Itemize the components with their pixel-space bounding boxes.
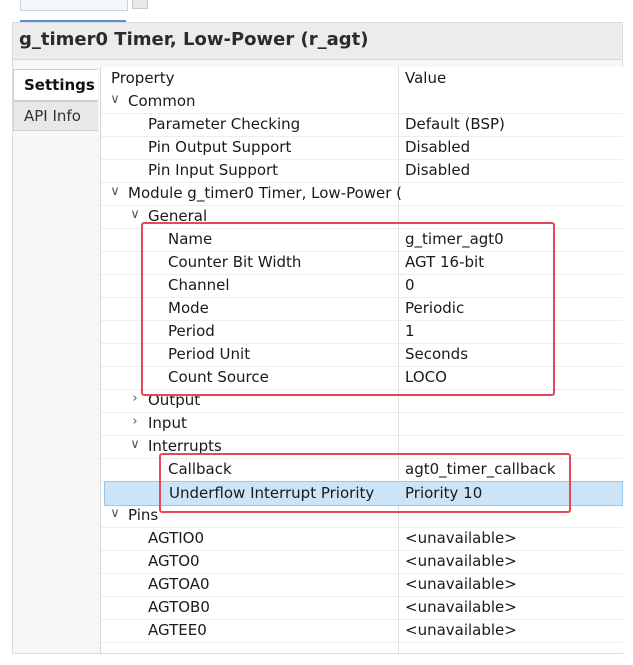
property-name: Period Unit — [168, 345, 251, 363]
property-name: Counter Bit Width — [168, 253, 302, 271]
column-header-value[interactable]: Value — [405, 69, 446, 87]
panel-title-bar: g_timer0 Timer, Low-Power (r_agt) — [13, 23, 622, 60]
property-name: Pins — [128, 506, 159, 524]
tree-row-module[interactable]: ∨ Module g_timer0 Timer, Low-Power ( — [101, 182, 623, 206]
property-value[interactable]: Periodic — [405, 299, 464, 317]
table-header: Property Value — [101, 67, 623, 90]
property-name: AGTOB0 — [148, 598, 210, 616]
property-name: AGTOA0 — [148, 575, 210, 593]
property-name: Pin Input Support — [148, 161, 279, 179]
table-row[interactable]: Period 1 — [101, 320, 623, 344]
side-tab-list: Settings API Info — [13, 69, 98, 131]
property-table: Property Value ∨ Common Parameter Checki… — [100, 67, 623, 653]
chevron-right-icon[interactable]: › — [129, 391, 141, 406]
tree-row-pins[interactable]: ∨ Pins — [101, 504, 623, 528]
property-name: Period — [168, 322, 215, 340]
property-name: AGTEE0 — [148, 621, 207, 639]
property-value[interactable]: agt0_timer_callback — [405, 460, 556, 478]
column-header-property[interactable]: Property — [111, 69, 174, 87]
editor-tab-icon[interactable] — [132, 0, 148, 9]
property-name: Count Source — [168, 368, 269, 386]
property-name: Common — [128, 92, 196, 110]
chevron-down-icon[interactable]: ∨ — [109, 184, 121, 199]
property-value[interactable]: 1 — [405, 322, 415, 340]
property-name: Pin Output Support — [148, 138, 292, 156]
property-value[interactable]: Priority 10 — [405, 484, 482, 502]
editor-tab[interactable] — [20, 0, 128, 11]
property-name: Module g_timer0 Timer, Low-Power ( — [128, 184, 403, 202]
property-value[interactable]: Disabled — [405, 161, 470, 179]
chevron-down-icon[interactable]: ∨ — [129, 207, 141, 222]
table-row[interactable]: AGTO0 <unavailable> — [101, 550, 623, 574]
property-name: Mode — [168, 299, 209, 317]
property-name: Callback — [168, 460, 232, 478]
editor-tab-strip — [0, 0, 633, 22]
property-name: Parameter Checking — [148, 115, 301, 133]
properties-panel: g_timer0 Timer, Low-Power (r_agt) Settin… — [12, 22, 623, 654]
tree-row-common[interactable]: ∨ Common — [101, 90, 623, 114]
panel-title: g_timer0 Timer, Low-Power (r_agt) — [19, 29, 369, 50]
property-name: Name — [168, 230, 213, 248]
property-name: AGTO0 — [148, 552, 200, 570]
tree-row-input[interactable]: › Input — [101, 412, 623, 436]
property-value[interactable]: <unavailable> — [405, 621, 517, 639]
property-name: Input — [148, 414, 187, 432]
property-name: Channel — [168, 276, 230, 294]
chevron-down-icon[interactable]: ∨ — [129, 437, 141, 452]
table-row[interactable]: AGTOA0 <unavailable> — [101, 573, 623, 597]
table-row[interactable]: Count Source LOCO — [101, 366, 623, 390]
property-value[interactable]: <unavailable> — [405, 598, 517, 616]
property-value[interactable]: 0 — [405, 276, 415, 294]
tab-api-info[interactable]: API Info — [13, 101, 98, 131]
chevron-right-icon[interactable]: › — [129, 414, 141, 429]
table-row[interactable]: Callback agt0_timer_callback — [101, 458, 623, 482]
table-row[interactable]: AGTOB0 <unavailable> — [101, 596, 623, 620]
table-row[interactable]: Pin Input Support Disabled — [101, 159, 623, 183]
property-value[interactable]: Seconds — [405, 345, 468, 363]
property-value[interactable]: <unavailable> — [405, 529, 517, 547]
tab-settings[interactable]: Settings — [13, 69, 98, 101]
table-row[interactable]: Name g_timer_agt0 — [101, 228, 623, 252]
tree-row-output[interactable]: › Output — [101, 389, 623, 413]
property-value[interactable]: <unavailable> — [405, 552, 517, 570]
property-value[interactable]: <unavailable> — [405, 575, 517, 593]
table-row[interactable]: Counter Bit Width AGT 16-bit — [101, 251, 623, 275]
tree-row-general[interactable]: ∨ General — [101, 205, 623, 229]
table-row-selected[interactable]: Underflow Interrupt Priority Priority 10 — [104, 481, 623, 506]
property-name: Output — [148, 391, 201, 409]
table-row[interactable]: Mode Periodic — [101, 297, 623, 321]
property-value[interactable]: AGT 16-bit — [405, 253, 484, 271]
table-row[interactable]: Period Unit Seconds — [101, 343, 623, 367]
property-name: Underflow Interrupt Priority — [169, 484, 375, 502]
property-value[interactable]: Disabled — [405, 138, 470, 156]
chevron-down-icon[interactable]: ∨ — [109, 92, 121, 107]
table-row[interactable]: AGTEE0 <unavailable> — [101, 619, 623, 643]
tree-row-interrupts[interactable]: ∨ Interrupts — [101, 435, 623, 459]
chevron-down-icon[interactable]: ∨ — [109, 506, 121, 521]
property-name: AGTIO0 — [148, 529, 205, 547]
property-name: General — [148, 207, 208, 225]
table-row[interactable]: Channel 0 — [101, 274, 623, 298]
table-row[interactable]: Pin Output Support Disabled — [101, 136, 623, 160]
property-value[interactable]: Default (BSP) — [405, 115, 505, 133]
property-value[interactable]: g_timer_agt0 — [405, 230, 504, 248]
table-row[interactable]: AGTIO0 <unavailable> — [101, 527, 623, 551]
property-value[interactable]: LOCO — [405, 368, 447, 386]
property-name: Interrupts — [148, 437, 222, 455]
table-row[interactable]: Parameter Checking Default (BSP) — [101, 113, 623, 137]
